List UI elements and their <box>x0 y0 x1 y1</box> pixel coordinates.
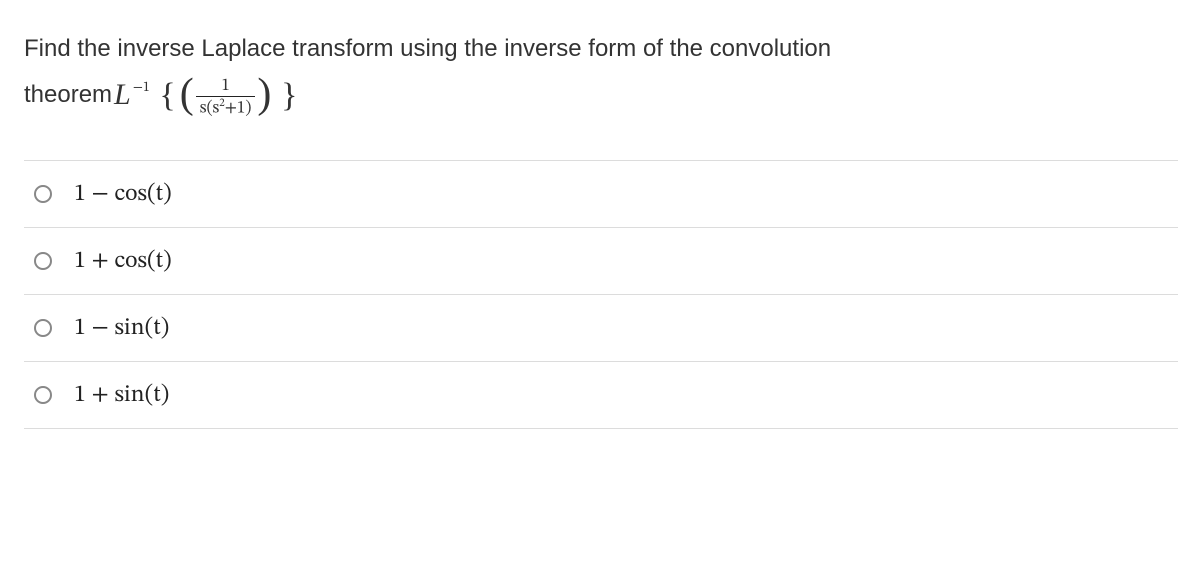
option-1[interactable]: 1 − cos(t) <box>24 160 1178 228</box>
radio-icon[interactable] <box>34 252 52 270</box>
numerator: 1 <box>217 78 233 97</box>
option-label: 1 − sin(t) <box>74 313 169 343</box>
option-label: 1 + cos(t) <box>74 246 172 276</box>
question-line-2: theorem L−1 {( 1 s(s2+1) ) } <box>24 70 1178 119</box>
question-line-1: Find the inverse Laplace transform using… <box>24 30 1178 68</box>
option-4[interactable]: 1 + sin(t) <box>24 362 1178 429</box>
laplace-symbol: L <box>112 78 133 111</box>
options-list: 1 − cos(t) 1 + cos(t) 1 − sin(t) 1 + sin… <box>24 160 1178 429</box>
brace-open: { <box>159 77 175 114</box>
paren-close: ) <box>257 71 271 117</box>
option-3[interactable]: 1 − sin(t) <box>24 295 1178 362</box>
fraction: 1 s(s2+1) <box>196 78 256 120</box>
radio-icon[interactable] <box>34 185 52 203</box>
radio-icon[interactable] <box>34 319 52 337</box>
radio-icon[interactable] <box>34 386 52 404</box>
theorem-word: theorem <box>24 76 112 114</box>
denominator: s(s2+1) <box>196 96 256 119</box>
option-label: 1 + sin(t) <box>74 380 169 410</box>
exponent: −1 <box>133 81 150 95</box>
math-expression: L−1 {( 1 s(s2+1) ) } <box>112 70 301 119</box>
option-label: 1 − cos(t) <box>74 179 172 209</box>
paren-open: ( <box>180 71 194 117</box>
option-2[interactable]: 1 + cos(t) <box>24 228 1178 295</box>
question-text: Find the inverse Laplace transform using… <box>24 30 1178 120</box>
brace-close: } <box>281 77 297 114</box>
